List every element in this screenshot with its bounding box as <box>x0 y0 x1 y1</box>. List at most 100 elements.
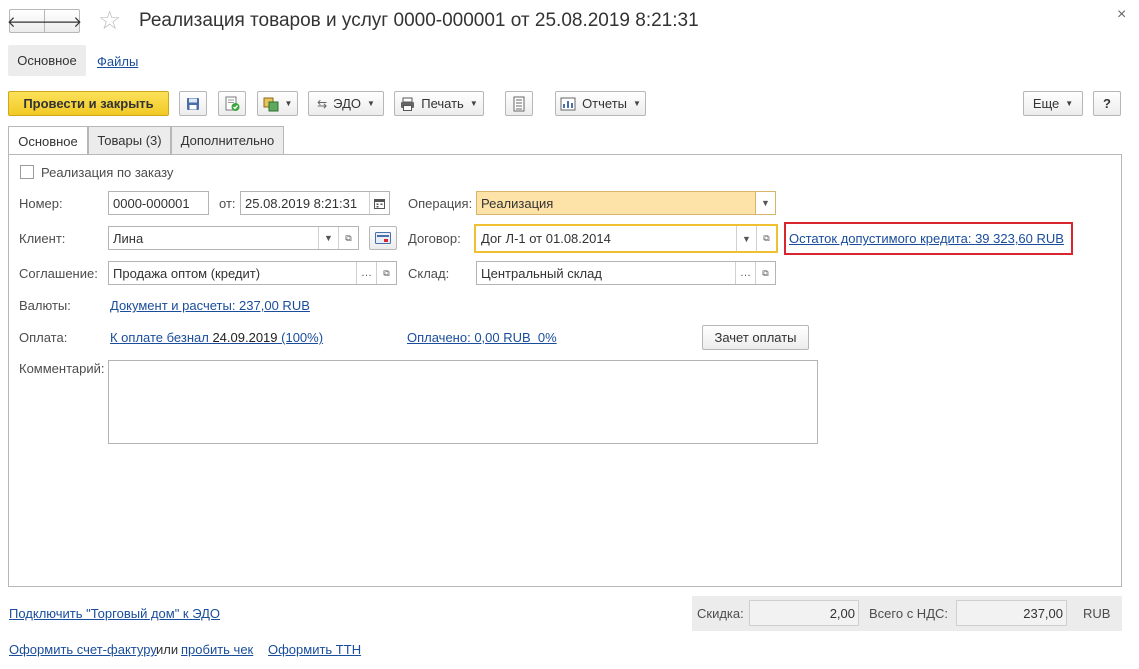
post-button[interactable] <box>218 91 246 116</box>
calendar-icon[interactable] <box>369 192 389 214</box>
client-field[interactable]: Лина ▼ ⧉ <box>108 226 359 250</box>
create-invoice-link[interactable]: Оформить счет-фактуру <box>9 642 157 657</box>
date-field[interactable]: 25.08.2019 8:21:31 <box>240 191 390 215</box>
print-label: Печать <box>421 96 464 111</box>
print-button[interactable]: Печать ▼ <box>394 91 484 116</box>
help-button[interactable]: ? <box>1093 91 1121 116</box>
credit-balance-link[interactable]: Остаток допустимого кредита: 39 323,60 R… <box>789 231 1064 246</box>
printer-icon <box>401 97 415 111</box>
more-label: Еще <box>1032 96 1060 111</box>
reports-icon <box>560 97 576 110</box>
section-tab-main-label: Основное <box>17 53 77 68</box>
number-field[interactable]: 0000-000001 <box>108 191 209 215</box>
payment-link-suffix: (100%) <box>277 330 324 345</box>
number-label: Номер: <box>19 196 63 211</box>
operation-label: Операция: <box>408 196 473 211</box>
by-order-checkbox[interactable] <box>20 165 34 179</box>
client-card-button[interactable] <box>369 226 397 250</box>
chevron-down-icon: ▼ <box>633 99 641 108</box>
floppy-disk-icon <box>187 97 199 110</box>
tab-main-label: Основное <box>18 133 78 149</box>
contract-field[interactable]: Дог Л-1 от 01.08.2014 ▼ ⧉ <box>474 224 778 253</box>
connect-edo-link[interactable]: Подключить "Торговый дом" к ЭДО <box>9 606 220 621</box>
payment-link-date: 24.09.2019 <box>212 330 278 345</box>
total-value-field: 237,00 <box>956 600 1067 626</box>
open-icon[interactable]: ⧉ <box>755 262 775 284</box>
chevron-down-icon: ▼ <box>284 99 293 108</box>
total-value: 237,00 <box>1023 605 1063 621</box>
chevron-down-icon: ▼ <box>366 99 375 108</box>
section-tab-files[interactable]: Файлы <box>97 54 138 69</box>
currency-code: RUB <box>1083 606 1111 621</box>
or-text: или <box>156 642 179 657</box>
reports-button[interactable]: Отчеты ▼ <box>555 91 646 116</box>
client-card-icon <box>375 232 391 244</box>
help-icon: ? <box>1103 96 1111 111</box>
tab-main[interactable]: Основное <box>8 126 88 155</box>
paid-link[interactable]: Оплачено: 0,00 RUB 0% <box>407 330 557 345</box>
discount-value-field: 2,00 <box>749 600 859 626</box>
discount-value: 2,00 <box>829 605 855 621</box>
ellipsis-icon[interactable]: … <box>356 262 376 284</box>
close-icon[interactable]: × <box>1117 6 1126 24</box>
payment-link[interactable]: К оплате безнал 24.09.2019 (100%) <box>110 330 323 345</box>
payment-offset-label: Зачет оплаты <box>714 330 797 345</box>
warehouse-value: Центральный склад <box>481 265 602 281</box>
section-tab-main[interactable]: Основное <box>8 45 86 76</box>
warehouse-field[interactable]: Центральный склад … ⧉ <box>476 261 776 285</box>
ellipsis-icon[interactable]: … <box>735 262 755 284</box>
tab-goods[interactable]: Товары (3) <box>88 126 171 154</box>
date-from-label: от: <box>219 196 236 211</box>
number-value: 0000-000001 <box>113 195 190 211</box>
chevron-down-icon[interactable]: ▼ <box>736 226 756 251</box>
create-based-on-button[interactable]: ▼ <box>257 91 298 116</box>
comment-label: Комментарий: <box>19 361 105 376</box>
date-value: 25.08.2019 8:21:31 <box>245 195 358 211</box>
edo-button[interactable]: ⇆ ЭДО ▼ <box>308 91 384 116</box>
create-ttn-link[interactable]: Оформить ТТН <box>268 642 361 657</box>
chevron-down-icon: ▼ <box>1065 99 1074 108</box>
chevron-down-icon: ▼ <box>469 99 478 108</box>
contract-label: Договор: <box>408 231 461 246</box>
structure-button[interactable] <box>505 91 533 116</box>
agreement-value: Продажа оптом (кредит) <box>113 265 261 281</box>
open-icon[interactable]: ⧉ <box>756 226 776 251</box>
payment-label: Оплата: <box>19 330 68 345</box>
back-button[interactable]: 🡐 <box>7 9 47 33</box>
client-value: Лина <box>113 230 144 246</box>
forward-button[interactable]: 🡒 <box>41 9 83 33</box>
warehouse-label: Склад: <box>408 266 450 281</box>
payment-offset-button[interactable]: Зачет оплаты <box>702 325 809 350</box>
agreement-label: Соглашение: <box>19 266 98 281</box>
document-structure-icon <box>513 96 525 111</box>
save-button[interactable] <box>179 91 207 116</box>
payment-link-prefix: К оплате безнал <box>110 330 213 345</box>
by-order-label: Реализация по заказу <box>41 165 174 180</box>
tab-goods-label: Товары (3) <box>97 133 162 148</box>
open-icon[interactable]: ⧉ <box>376 262 396 284</box>
discount-label: Скидка: <box>697 606 744 621</box>
print-receipt-link[interactable]: пробить чек <box>181 642 253 657</box>
post-document-icon <box>225 96 240 111</box>
favorite-star-icon[interactable]: ☆ <box>98 6 121 34</box>
client-label: Клиент: <box>19 231 66 246</box>
open-icon[interactable]: ⧉ <box>338 227 358 249</box>
reports-label: Отчеты <box>582 96 627 111</box>
total-vat-label: Всего с НДС: <box>869 606 949 621</box>
more-button[interactable]: Еще ▼ <box>1023 91 1083 116</box>
chevron-down-icon[interactable]: ▼ <box>755 192 775 214</box>
currency-link[interactable]: Документ и расчеты: 237,00 RUB <box>110 298 310 313</box>
page-title: Реализация товаров и услуг 0000-000001 о… <box>139 10 699 31</box>
post-and-close-button[interactable]: Провести и закрыть <box>8 91 169 116</box>
operation-select[interactable]: Реализация ▼ <box>476 191 776 215</box>
arrow-right-icon: 🡒 <box>41 13 83 31</box>
post-and-close-label: Провести и закрыть <box>23 96 154 111</box>
edo-label: ЭДО <box>333 96 361 111</box>
comment-textarea[interactable] <box>108 360 818 444</box>
tab-additional[interactable]: Дополнительно <box>171 126 284 154</box>
tab-additional-label: Дополнительно <box>180 133 275 148</box>
edo-exchange-icon: ⇆ <box>317 96 328 111</box>
create-based-on-icon <box>263 97 279 111</box>
chevron-down-icon[interactable]: ▼ <box>318 227 338 249</box>
agreement-field[interactable]: Продажа оптом (кредит) … ⧉ <box>108 261 397 285</box>
